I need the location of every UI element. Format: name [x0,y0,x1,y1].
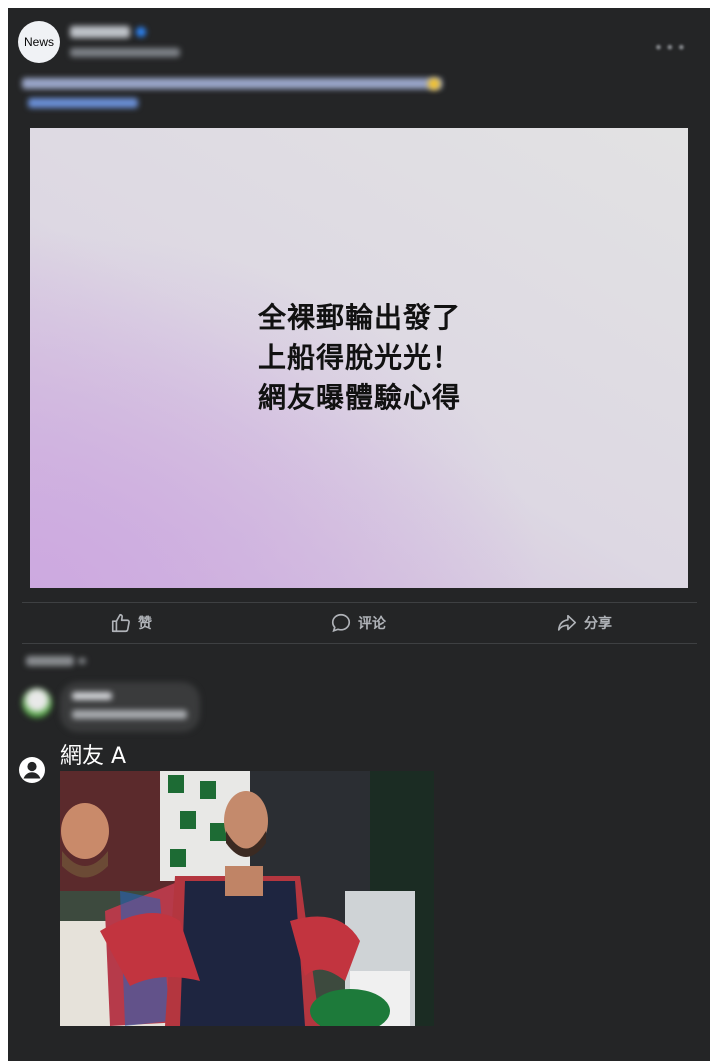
page-name-redacted[interactable] [70,26,130,38]
divider [22,643,697,644]
post-header: News ••• [8,8,710,128]
post-link-redacted[interactable] [28,98,138,108]
image-headline: 全裸郵輪出發了 上船得脫光光！ 網友曝體驗心得 [30,298,688,418]
share-button[interactable]: 分享 [556,604,612,642]
post-text-redacted [22,78,442,89]
chevron-down-icon[interactable] [78,658,86,664]
commenter-name-redacted[interactable] [72,692,112,700]
comment-text-redacted [72,710,187,719]
comment-bubble-icon [331,613,351,633]
action-bar: 赞 评论 分享 [22,604,697,642]
avatar-label: News [23,35,54,49]
verified-badge-icon [136,27,146,37]
commenter-avatar[interactable] [22,688,52,718]
headline-line: 網友曝體驗心得 [258,381,462,414]
like-button[interactable]: 赞 [110,604,152,642]
share-label: 分享 [584,616,612,632]
meme-photo [60,771,434,1026]
post-image[interactable]: 全裸郵輪出發了 上船得脫光光！ 網友曝體驗心得 [30,128,688,588]
share-arrow-icon [557,614,577,631]
divider [22,602,697,603]
comment-button[interactable]: 评论 [330,604,386,642]
comment-sort-redacted[interactable] [26,656,74,666]
thumbs-up-icon [111,613,130,633]
comment-author[interactable]: 網友 A [60,738,126,770]
emoji-icon [428,78,440,90]
page-avatar[interactable]: News [18,21,60,63]
comment-label: 评论 [358,616,386,632]
post-meta-redacted [70,48,180,57]
like-label: 赞 [138,616,152,632]
comment-image[interactable] [60,771,434,1026]
post-card: News ••• 全裸郵輪出發了 上船得脫光光！ 網友曝體驗心得 赞 评论 分享… [8,8,710,1061]
headline-line: 上船得脫光光！ [258,341,462,374]
user-icon [19,757,45,783]
more-icon[interactable]: ••• [654,38,688,57]
comment-bubble-redacted [60,682,200,732]
headline-line: 全裸郵輪出發了 [258,301,462,334]
